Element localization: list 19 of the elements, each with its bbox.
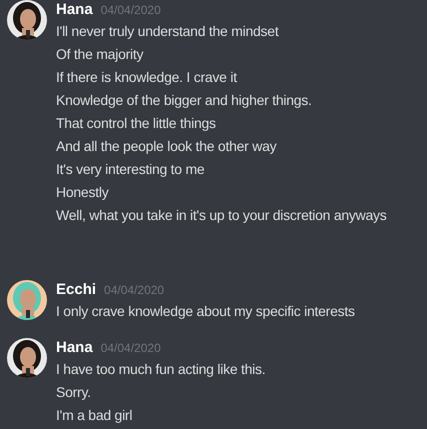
message-text: If there is knowledge. I crave it [56, 68, 238, 87]
username[interactable]: Ecchi [56, 278, 96, 302]
username[interactable]: Hana [56, 336, 93, 360]
message-text: Honestly [56, 183, 110, 202]
message-text: I'll never truly understand the mindset [56, 22, 280, 41]
username[interactable]: Hana [56, 0, 93, 22]
message-text: Sorry. [56, 383, 92, 402]
timestamp: 04/04/2020 [100, 2, 161, 19]
message-text: It's very interesting to me [56, 160, 206, 179]
message-text: Well, what you take in it's up to your discretion anyways [56, 206, 387, 225]
message-text: Of the majority [56, 45, 144, 64]
message-text: I only crave knowledge about my specific interests [56, 302, 355, 321]
message-text: And all the people look the other way [56, 137, 278, 156]
message-text: That control the little things [56, 114, 217, 133]
timestamp: 04/04/2020 [104, 282, 164, 299]
message-text: Knowledge of the bigger and higher things. [56, 91, 313, 110]
message-text: I'm a bad girl [56, 406, 134, 425]
message-text: I have too much fun acting like this. [56, 360, 266, 379]
timestamp: 04/04/2020 [100, 340, 161, 357]
